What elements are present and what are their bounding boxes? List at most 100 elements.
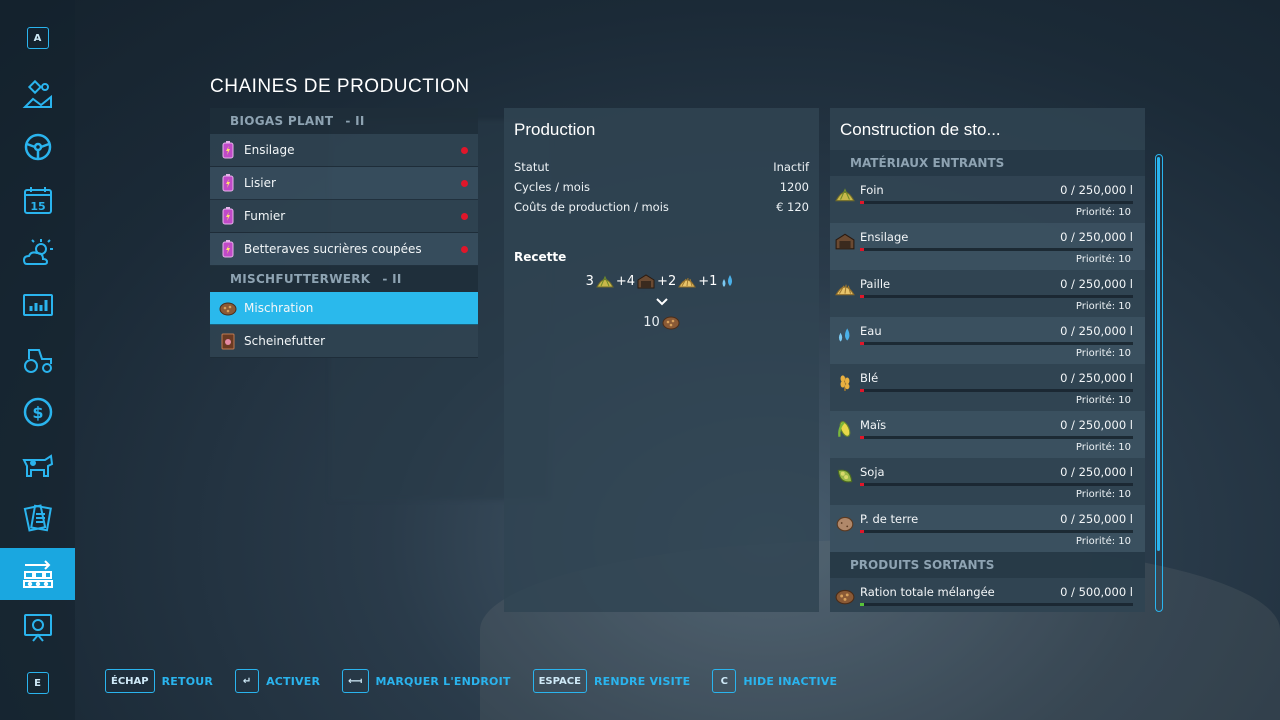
inputs-section-header: MATÉRIAUX ENTRANTS <box>830 150 1145 176</box>
sidebar-item-vehicles[interactable] <box>0 333 75 385</box>
material-priority[interactable]: Priorité: 10 <box>1076 254 1131 265</box>
svg-text:15: 15 <box>30 200 45 213</box>
sidebar-item-calendar[interactable]: 15 <box>0 174 75 226</box>
sidebar-item-production[interactable] <box>0 548 75 600</box>
recipe-input-amount: +4 <box>615 273 636 289</box>
key-backspace[interactable]: ⟻ <box>342 669 369 693</box>
wheat-icon <box>840 375 850 391</box>
inactive-status-dot <box>461 147 468 154</box>
production-status-row: Statut Inactif <box>514 160 809 180</box>
help-board-icon <box>23 614 52 642</box>
material-name: Blé <box>860 371 879 385</box>
key-e: E <box>26 672 49 694</box>
sidebar-item-map[interactable] <box>0 68 75 120</box>
satellite-map-icon <box>22 79 52 108</box>
key-c[interactable]: C <box>712 669 737 693</box>
steering-wheel-icon <box>24 133 51 161</box>
animals-icon <box>21 454 53 477</box>
visit-button[interactable]: RENDRE VISITE <box>594 675 690 688</box>
fill-bar <box>860 530 1133 533</box>
material-name: Ensilage <box>860 230 909 244</box>
chain-group-header: BIOGAS PLANT - II <box>210 108 478 134</box>
key-escape[interactable]: ÉCHAP <box>105 669 155 693</box>
sidebar-item-stats[interactable] <box>0 280 75 332</box>
input-ble: Blé 0 / 250,000 l Priorité: 10 <box>830 364 1145 411</box>
chain-item-betteraves[interactable]: Betteraves sucrières coupées <box>210 233 478 266</box>
chain-item-scheinefutter[interactable]: Scheinefutter <box>210 325 478 358</box>
activate-button[interactable]: ACTIVER <box>266 675 320 688</box>
input-eau: Eau 0 / 250,000 l Priorité: 10 <box>830 317 1145 364</box>
scrollbar-thumb[interactable] <box>1157 157 1160 551</box>
storage-scrollbar[interactable] <box>1155 154 1163 612</box>
chain-group-name: BIOGAS PLANT <box>230 114 334 128</box>
inactive-status-dot <box>461 180 468 187</box>
back-button[interactable]: RETOUR <box>162 675 213 688</box>
battery-icon <box>218 140 238 160</box>
calendar-icon: 15 <box>23 187 52 214</box>
chain-item-label: Betteraves sucrières coupées <box>244 242 422 256</box>
sidebar-item-vehicle[interactable] <box>0 121 75 173</box>
chain-item-mischration[interactable]: Mischration <box>210 292 478 325</box>
sidebar-item-animals[interactable] <box>0 439 75 491</box>
storage-panel-title: Construction de sto... <box>840 120 1001 139</box>
production-icon <box>22 560 53 588</box>
straw-icon <box>678 277 697 288</box>
production-cycles-row: Cycles / mois 1200 <box>514 180 809 200</box>
key-enter[interactable]: ↵ <box>235 669 260 693</box>
sidebar-prev-key[interactable]: A <box>0 12 75 64</box>
material-priority[interactable]: Priorité: 10 <box>1076 442 1131 453</box>
hay-icon <box>596 275 614 288</box>
fill-bar <box>860 248 1133 251</box>
sidebar-item-contracts[interactable] <box>0 492 75 544</box>
chain-item-lisier[interactable]: Lisier <box>210 167 478 200</box>
material-priority[interactable]: Priorité: 10 <box>1076 536 1131 547</box>
material-amount: 0 / 250,000 l <box>1060 277 1133 291</box>
material-amount: 0 / 500,000 l <box>1060 585 1133 599</box>
material-priority[interactable]: Priorité: 10 <box>1076 348 1131 359</box>
material-name: Foin <box>860 183 884 197</box>
corn-icon <box>838 421 851 437</box>
material-amount: 0 / 250,000 l <box>1060 230 1133 244</box>
inactive-status-dot <box>461 246 468 253</box>
input-ensilage: Ensilage 0 / 250,000 l Priorité: 10 <box>830 223 1145 270</box>
chain-item-ensilage[interactable]: Ensilage <box>210 134 478 167</box>
sidebar-next-key[interactable]: E <box>0 657 75 709</box>
weather-icon <box>22 239 53 265</box>
material-amount: 0 / 250,000 l <box>1060 465 1133 479</box>
key-a: A <box>26 27 49 49</box>
production-cost-row: Coûts de production / mois € 120 <box>514 200 809 220</box>
feed-icon <box>662 316 680 330</box>
chain-item-fumier[interactable]: Fumier <box>210 200 478 233</box>
cost-value: € 120 <box>776 200 809 214</box>
chain-item-label: Lisier <box>244 176 276 190</box>
key-space[interactable]: ESPACE <box>532 669 587 693</box>
sidebar: A 15 $ E <box>0 0 75 720</box>
chain-item-label: Mischration <box>244 301 314 315</box>
material-priority[interactable]: Priorité: 10 <box>1076 301 1131 312</box>
recipe-input-amount: 3 <box>585 273 594 289</box>
material-priority[interactable]: Priorité: 10 <box>1076 395 1131 406</box>
statistics-icon <box>22 294 53 316</box>
material-priority[interactable]: Priorité: 10 <box>1076 489 1131 500</box>
hide-inactive-button[interactable]: HIDE INACTIVE <box>743 675 837 688</box>
fill-bar <box>860 201 1133 204</box>
fill-bar <box>860 295 1133 298</box>
soybean-icon <box>837 469 853 483</box>
material-name: Eau <box>860 324 882 338</box>
input-soja: Soja 0 / 250,000 l Priorité: 10 <box>830 458 1145 505</box>
sidebar-item-finances[interactable]: $ <box>0 386 75 438</box>
recipe-inputs: 3 +4 +2 +1 <box>514 272 809 290</box>
sidebar-item-help[interactable] <box>0 602 75 654</box>
cycles-label: Cycles / mois <box>514 180 591 194</box>
feed-icon <box>835 589 855 605</box>
hay-icon <box>835 188 855 202</box>
chain-group-name: MISCHFUTTERWERK <box>230 272 371 286</box>
material-priority[interactable]: Priorité: 10 <box>1076 207 1131 218</box>
mark-location-button[interactable]: MARQUER L'ENDROIT <box>376 675 511 688</box>
sidebar-item-weather[interactable] <box>0 227 75 279</box>
recipe-label: Recette <box>514 250 567 264</box>
silage-icon <box>637 274 655 289</box>
recipe-input-amount: +1 <box>698 273 718 289</box>
chain-item-label: Fumier <box>244 209 286 223</box>
material-amount: 0 / 250,000 l <box>1060 512 1133 526</box>
